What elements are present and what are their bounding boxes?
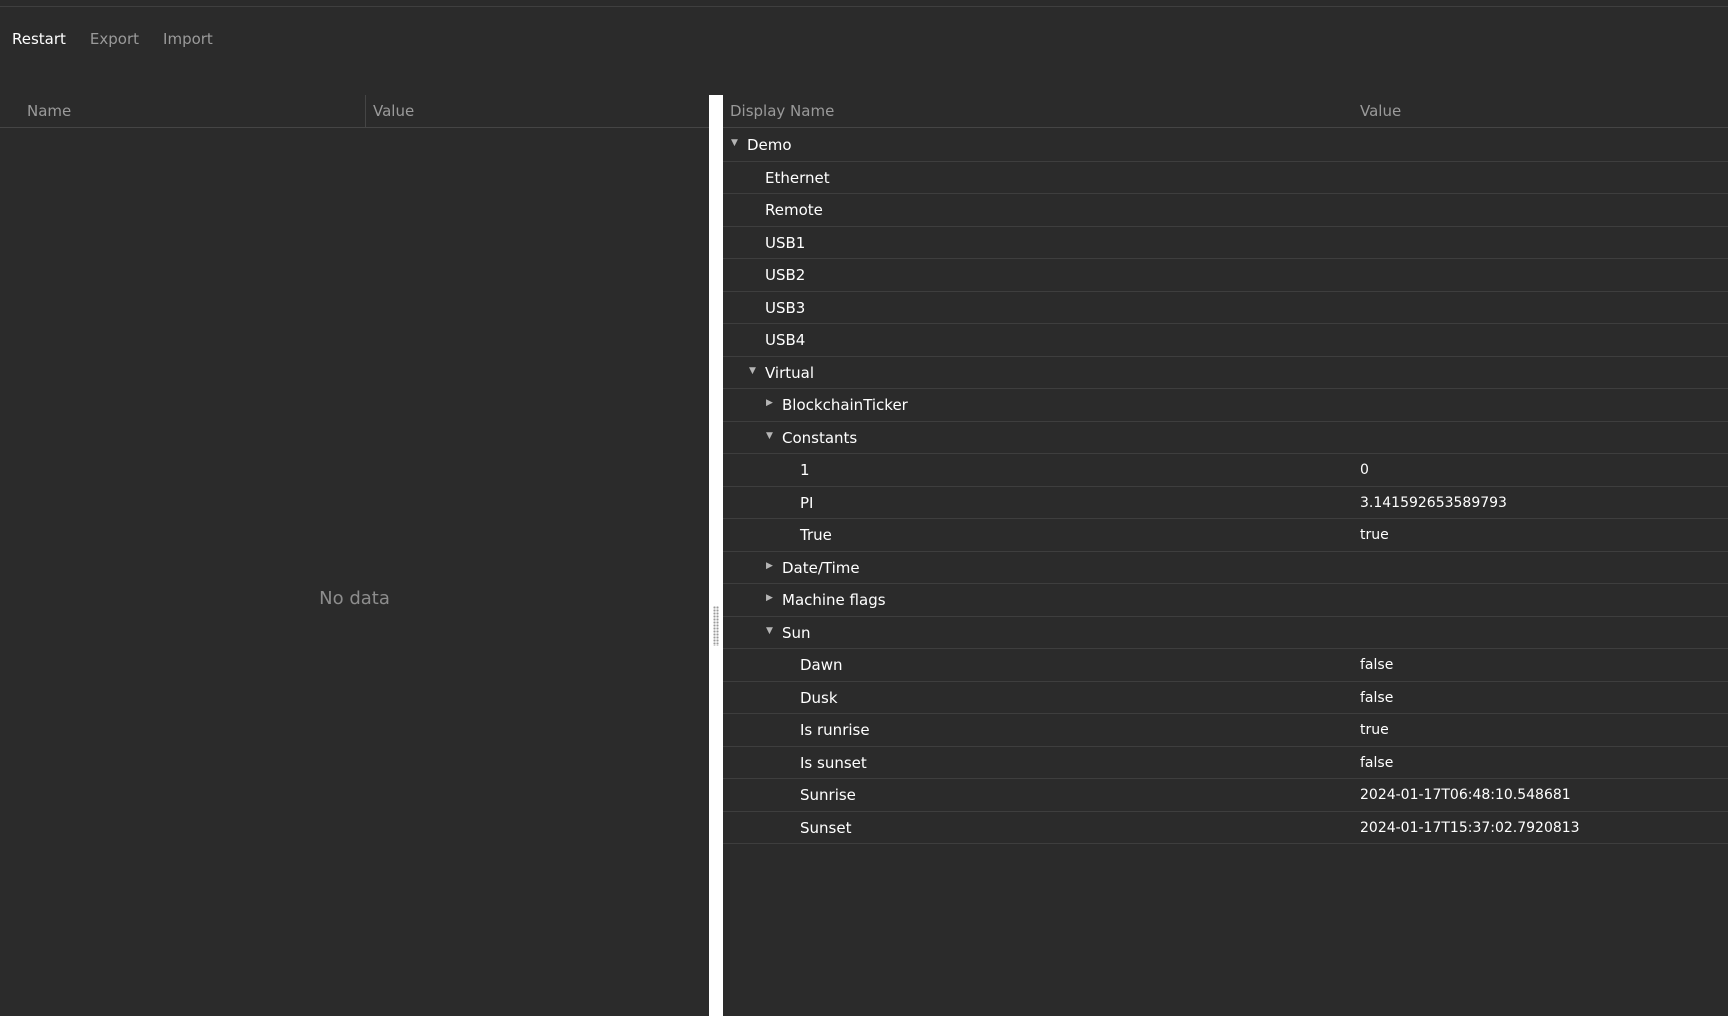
tree-row-sun[interactable]: ▼ Sun <box>723 617 1728 649</box>
caret-right-icon[interactable]: ▶ <box>766 389 773 421</box>
tree-row-usb3[interactable]: USB3 <box>723 292 1728 324</box>
tree-row-value: true <box>1360 527 1389 543</box>
tree-row-value: false <box>1360 657 1394 673</box>
tree-row-label: Remote <box>765 201 823 219</box>
column-resize-handle[interactable] <box>365 95 366 127</box>
tree-row-value: false <box>1360 689 1394 706</box>
caret-down-icon[interactable]: ▼ <box>731 129 738 161</box>
tree-row-machine-flags[interactable]: ▶ Machine flags <box>723 584 1728 617</box>
tree-row-label: Date/Time <box>782 558 860 577</box>
tree-row-value: 2024-01-17T06:48:10.548681 <box>1360 787 1571 803</box>
export-button[interactable]: Export <box>78 24 151 54</box>
tree-row-label: Sun <box>782 623 811 642</box>
column-header-value[interactable]: Value <box>373 95 414 127</box>
tree-row-label: True <box>800 526 832 544</box>
tree-row-constants[interactable]: ▼ Constants <box>723 422 1728 454</box>
tree-row-label: PI <box>800 493 814 512</box>
tree-row-label: USB3 <box>765 298 806 317</box>
tree-row-label: Is runrise <box>800 721 870 739</box>
tree-row-label: BlockchainTicker <box>782 396 908 414</box>
tree-row-label: Is sunset <box>800 753 867 772</box>
tree-row-label: USB2 <box>765 266 806 284</box>
tree-row-sunrise[interactable]: Sunrise 2024-01-17T06:48:10.548681 <box>723 779 1728 812</box>
tree-row-usb4[interactable]: USB4 <box>723 324 1728 357</box>
tree-row-blockchainticker[interactable]: ▶ BlockchainTicker <box>723 389 1728 422</box>
caret-right-icon[interactable]: ▶ <box>766 552 773 584</box>
tree-row-label: USB4 <box>765 331 806 349</box>
tree-row-sunset[interactable]: Sunset 2024-01-17T15:37:02.7920813 <box>723 812 1728 844</box>
tree-row-label: Virtual <box>765 363 815 382</box>
pane-splitter[interactable] <box>709 95 723 1016</box>
tree-row-label: Sunset <box>800 818 852 837</box>
tree-row-virtual[interactable]: ▼ Virtual <box>723 357 1728 389</box>
tree-row-ethernet[interactable]: Ethernet <box>723 162 1728 194</box>
tree-row-pi[interactable]: PI 3.141592653589793 <box>723 487 1728 519</box>
tree-row-label: Dawn <box>800 656 843 674</box>
restart-button[interactable]: Restart <box>0 24 78 54</box>
tree-row-is-runrise[interactable]: Is runrise true <box>723 714 1728 747</box>
column-header-display-name[interactable]: Display Name <box>730 95 834 127</box>
tree-row-value: 3.141592653589793 <box>1360 494 1507 511</box>
caret-down-icon[interactable]: ▼ <box>766 422 773 454</box>
tree-row-dusk[interactable]: Dusk false <box>723 682 1728 714</box>
tree-row-label: Dusk <box>800 688 838 707</box>
empty-state-text: No data <box>319 588 390 609</box>
tree-row-label: Sunrise <box>800 786 856 804</box>
tree-row-demo[interactable]: ▼ Demo <box>723 129 1728 162</box>
tree-row-label: USB1 <box>765 233 806 252</box>
column-header-name[interactable]: Name <box>27 95 71 127</box>
left-pane: Name Value No data <box>0 95 709 1016</box>
tree-row-usb2[interactable]: USB2 <box>723 259 1728 292</box>
toolbar: Restart Export Import <box>0 24 225 54</box>
tree-row-date-time[interactable]: ▶ Date/Time <box>723 552 1728 584</box>
top-divider <box>0 6 1728 7</box>
tree-row-value: false <box>1360 754 1394 771</box>
tree-row-label: 1 <box>800 461 810 479</box>
tree-row-1[interactable]: 1 0 <box>723 454 1728 487</box>
caret-right-icon[interactable]: ▶ <box>766 584 773 616</box>
left-table-header: Name Value <box>0 95 709 128</box>
tree-row-usb1[interactable]: USB1 <box>723 227 1728 259</box>
drag-grip-icon[interactable] <box>713 606 719 646</box>
tree-row-value: true <box>1360 722 1389 738</box>
tree-row-label: Demo <box>747 136 792 154</box>
tree-row-label: Ethernet <box>765 168 830 187</box>
import-button[interactable]: Import <box>151 24 225 54</box>
tree-row-remote[interactable]: Remote <box>723 194 1728 227</box>
tree-row-dawn[interactable]: Dawn false <box>723 649 1728 682</box>
column-header-value[interactable]: Value <box>1360 95 1401 127</box>
right-pane: Display Name Value ▼ Demo Ethernet Remot… <box>723 95 1728 1016</box>
tree-row-true[interactable]: True true <box>723 519 1728 552</box>
tree-row-value: 0 <box>1360 462 1369 478</box>
caret-down-icon[interactable]: ▼ <box>766 617 773 649</box>
caret-down-icon[interactable]: ▼ <box>749 357 756 389</box>
right-table-header: Display Name Value <box>723 95 1728 128</box>
tree-row-is-sunset[interactable]: Is sunset false <box>723 747 1728 779</box>
tree-row-label: Constants <box>782 428 858 447</box>
tree-row-label: Machine flags <box>782 591 886 609</box>
tree-row-value: 2024-01-17T15:37:02.7920813 <box>1360 819 1580 836</box>
tree-view: ▼ Demo Ethernet Remote USB1 USB2 USB3 US… <box>723 129 1728 844</box>
